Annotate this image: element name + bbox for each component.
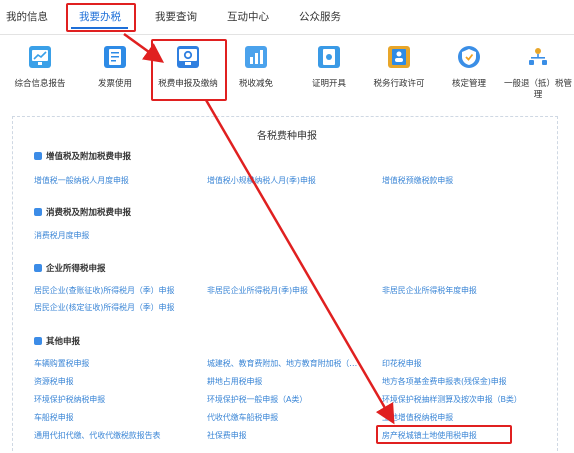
link-vat-prepaid[interactable]: 增值税预缴税款申报 xyxy=(382,175,453,186)
link-social-insurance[interactable]: 社保费申报 xyxy=(207,430,247,441)
link-vehicle-purchase[interactable]: 车辆购置税申报 xyxy=(34,358,89,369)
link-vat-general[interactable]: 增值税一般纳税人月度申报 xyxy=(34,175,129,186)
person-id-icon xyxy=(388,46,410,68)
link-resource[interactable]: 资源税申报 xyxy=(34,376,74,387)
section-title-text: 增值税及附加税费申报 xyxy=(46,152,132,162)
section-title-text: 企业所得税申报 xyxy=(46,264,106,274)
link-consumption-monthly[interactable]: 消费税月度申报 xyxy=(34,230,89,241)
shield-check-icon xyxy=(458,46,480,68)
link-vehicle-vessel-withhold[interactable]: 代收代缴车船税申报 xyxy=(207,412,278,423)
highlight-box-func xyxy=(151,39,227,101)
func-tax-reduction[interactable]: 税收减免 xyxy=(221,42,291,102)
func-refund[interactable]: 一般退（抵）税管理 xyxy=(503,42,573,102)
func-admin-license[interactable]: 税务行政许可 xyxy=(364,42,434,102)
section-title-text: 消费税及附加税费申报 xyxy=(46,208,132,218)
certificate-icon xyxy=(318,46,340,68)
link-stamp[interactable]: 印花税申报 xyxy=(382,358,422,369)
tax-service-page: 我的信息 我要办税 我要查询 互动中心 公众服务 综合信息报告 发票使用 税费申… xyxy=(0,0,574,453)
func-info-report[interactable]: 综合信息报告 xyxy=(5,42,75,102)
link-vat-small[interactable]: 增值税小规模纳税人月(季)申报 xyxy=(207,175,316,186)
func-label: 税务行政许可 xyxy=(373,79,425,89)
func-label: 核定管理 xyxy=(451,79,486,89)
func-certificate[interactable]: 证明开具 xyxy=(294,42,364,102)
link-cit-nonresident-annual[interactable]: 非居民企业所得税年度申报 xyxy=(382,285,477,296)
func-label: 一般退（抵）税管理 xyxy=(503,79,572,100)
link-withholding-report[interactable]: 通用代扣代缴、代收代缴税款报告表 xyxy=(34,430,161,441)
section-icon xyxy=(34,208,42,216)
link-env-tax[interactable]: 环境保护税纳税申报 xyxy=(34,394,105,405)
func-invoice[interactable]: 发票使用 xyxy=(80,42,150,102)
section-other-title: 其他申报 xyxy=(34,335,80,347)
section-icon xyxy=(34,264,42,272)
bar-chart-icon xyxy=(245,46,267,68)
section-icon xyxy=(34,337,42,345)
nav-my-info[interactable]: 我的信息 xyxy=(6,9,48,24)
nav-interaction[interactable]: 互动中心 xyxy=(227,9,269,24)
nav-query[interactable]: 我要查询 xyxy=(155,9,197,24)
monitor-chart-icon xyxy=(29,46,51,68)
section-cit-title: 企业所得税申报 xyxy=(34,262,106,274)
link-env-tax-a[interactable]: 环境保护税一般申报（A类） xyxy=(207,394,307,405)
highlight-box-nav xyxy=(66,3,136,32)
link-cit-assessed[interactable]: 居民企业(核定征收)所得税月（季）申报 xyxy=(34,302,174,313)
link-land-vat[interactable]: 土地增值税纳税申报 xyxy=(382,412,453,423)
func-label: 综合信息报告 xyxy=(14,79,66,89)
link-cit-nonresident[interactable]: 非居民企业所得税月(季)申报 xyxy=(207,285,308,296)
section-vat-title: 增值税及附加税费申报 xyxy=(34,150,131,162)
link-farmland[interactable]: 耕地占用税申报 xyxy=(207,376,262,387)
link-urban-construction[interactable]: 城建税、教育费附加、地方教育附加税（… xyxy=(207,358,357,369)
link-env-tax-b[interactable]: 环境保护税抽样测算及按次申报（B类） xyxy=(382,394,522,405)
section-icon xyxy=(34,152,42,160)
func-assessment[interactable]: 核定管理 xyxy=(434,42,504,102)
func-label: 税收减免 xyxy=(238,79,273,89)
link-local-fund[interactable]: 地方各项基金费申报表(残保金)申报 xyxy=(382,376,507,387)
link-vehicle-vessel[interactable]: 车船税申报 xyxy=(34,412,74,423)
link-cit-audit[interactable]: 居民企业(查账征收)所得税月（季）申报 xyxy=(34,285,174,296)
section-title-text: 其他申报 xyxy=(46,337,81,347)
section-consumption-title: 消费税及附加税费申报 xyxy=(34,206,131,218)
invoice-document-icon xyxy=(104,46,126,68)
func-label: 发票使用 xyxy=(97,79,132,89)
org-chart-icon xyxy=(527,46,549,68)
nav-public-service[interactable]: 公众服务 xyxy=(299,9,341,24)
highlight-box-link xyxy=(376,425,512,444)
func-label: 证明开具 xyxy=(311,79,346,89)
panel-title: 各税费种申报 xyxy=(257,131,317,142)
